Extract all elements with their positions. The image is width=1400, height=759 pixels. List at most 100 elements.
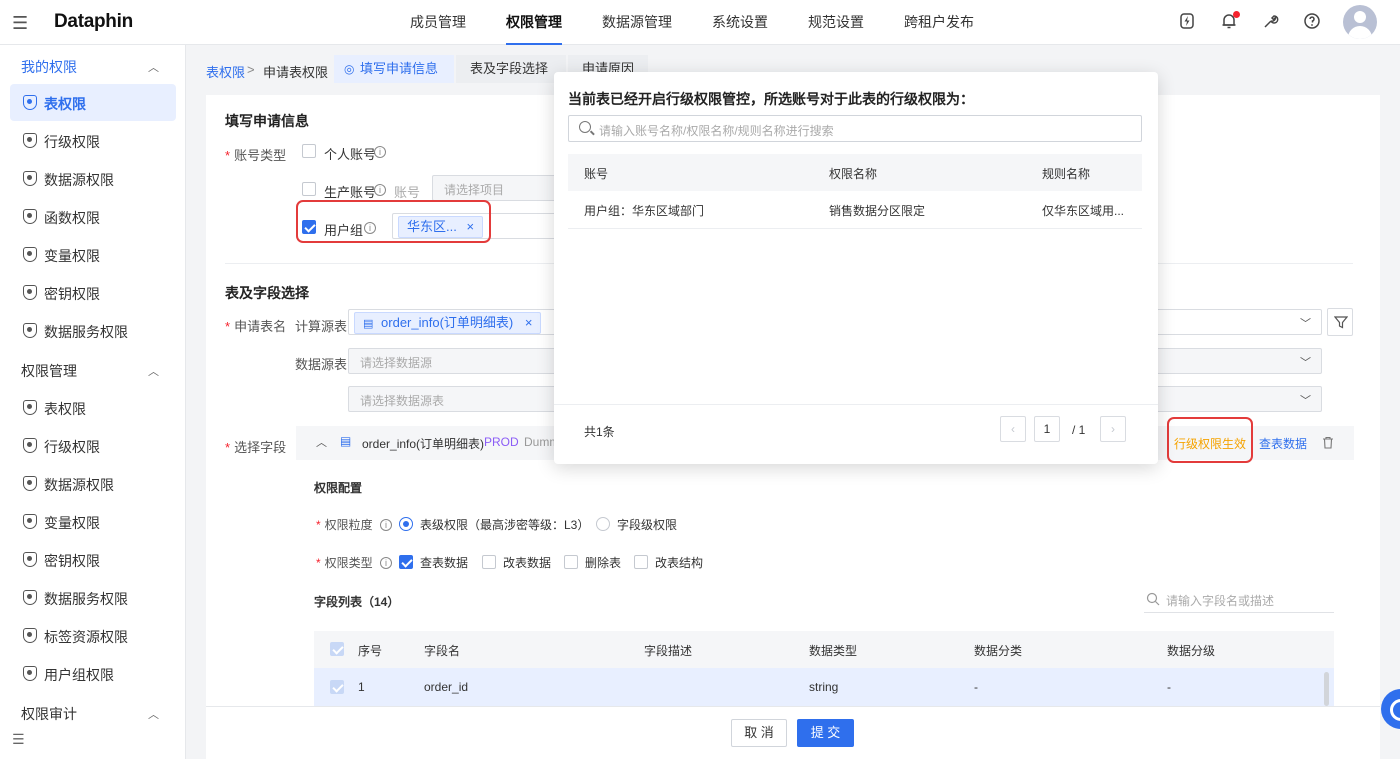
- sidebar-item-function-permission[interactable]: 函数权限: [10, 198, 176, 235]
- hamburger-icon[interactable]: ☰: [12, 13, 28, 34]
- info-icon[interactable]: i: [374, 146, 386, 158]
- perm-modify-checkbox[interactable]: [482, 555, 496, 569]
- sidebar-item-label: 表权限: [44, 96, 86, 112]
- view-data-link[interactable]: 查表数据: [1259, 435, 1307, 452]
- perm-alter-checkbox[interactable]: [634, 555, 648, 569]
- chevron-up-icon[interactable]: ︿: [148, 59, 159, 75]
- app-logo[interactable]: Dataphin: [54, 11, 133, 33]
- trash-icon[interactable]: [1322, 436, 1334, 449]
- cell-data-category: -: [974, 680, 978, 694]
- divider: [554, 404, 1158, 405]
- table-row[interactable]: 1 order_id string - -: [314, 668, 1334, 706]
- popover-search-input[interactable]: 请输入账号名称/权限名称/规则名称进行搜索: [568, 115, 1142, 142]
- sidebar-item-datasource-permission[interactable]: 数据源权限: [10, 160, 176, 197]
- row-checkbox[interactable]: [330, 680, 344, 694]
- breadcrumb-root[interactable]: 表权限: [206, 62, 245, 81]
- table-scrollbar[interactable]: [1324, 672, 1329, 706]
- file-icon: ▤: [363, 318, 374, 330]
- collapse-sidebar-icon[interactable]: ☰: [12, 731, 25, 748]
- step-fill-info[interactable]: ◎ 填写申请信息: [334, 55, 454, 83]
- sidebar-item-label: 变量权限: [44, 248, 100, 264]
- wrench-icon[interactable]: [1261, 12, 1281, 32]
- cell-field-name: order_id: [424, 680, 469, 694]
- location-icon: ◎: [344, 62, 355, 76]
- lightning-icon[interactable]: [1177, 12, 1197, 32]
- footer-bar: 取 消 提 交: [206, 706, 1380, 759]
- sidebar-item-label: 用户组权限: [44, 667, 114, 683]
- prod-account-checkbox[interactable]: [302, 182, 316, 196]
- project-select-placeholder: 请选择项目: [444, 183, 505, 197]
- sidebar-item-mgmt-table-permission[interactable]: 表权限: [10, 389, 176, 426]
- sidebar-item-table-permission[interactable]: 表权限: [10, 84, 176, 121]
- sidebar-item-row-permission[interactable]: 行级权限: [10, 122, 176, 159]
- nav-system-settings[interactable]: 系统设置: [692, 0, 788, 45]
- table-level-radio[interactable]: [399, 517, 413, 531]
- sidebar-item-mgmt-key-permission[interactable]: 密钥权限: [10, 541, 176, 578]
- sidebar-group-permission-mgmt[interactable]: 权限管理: [21, 361, 77, 381]
- help-icon[interactable]: [1302, 12, 1322, 32]
- sidebar-item-mgmt-tag-resource-permission[interactable]: 标签资源权限: [10, 617, 176, 654]
- nav-datasource-mgmt[interactable]: 数据源管理: [582, 0, 692, 45]
- nav-member-mgmt[interactable]: 成员管理: [390, 0, 486, 45]
- next-page-button[interactable]: ›: [1100, 416, 1126, 442]
- chevron-up-icon[interactable]: ︿: [148, 363, 159, 379]
- close-icon[interactable]: ×: [525, 315, 533, 330]
- nav-permission-mgmt[interactable]: 权限管理: [486, 0, 582, 45]
- step-table-field-select[interactable]: 表及字段选择: [456, 55, 566, 83]
- sidebar-item-data-service-permission[interactable]: 数据服务权限: [10, 312, 176, 349]
- chevron-down-icon[interactable]: ﹀: [1300, 354, 1311, 370]
- sidebar-item-mgmt-data-service-permission[interactable]: 数据服务权限: [10, 579, 176, 616]
- avatar[interactable]: [1343, 5, 1377, 39]
- table-row[interactable]: 用户组：华东区域部门 销售数据分区限定 仅华东区域用...: [568, 191, 1142, 229]
- cancel-button[interactable]: 取 消: [731, 719, 787, 747]
- select-fields-label: * 选择字段: [225, 440, 287, 455]
- info-icon[interactable]: i: [374, 184, 386, 196]
- breadcrumb-separator: >: [247, 62, 255, 77]
- row-permission-popover: 当前表已经开启行级权限管控，所选账号对于此表的行级权限为： 请输入账号名称/权限…: [554, 72, 1158, 464]
- select-all-checkbox[interactable]: [330, 642, 344, 656]
- submit-button[interactable]: 提 交: [797, 719, 854, 747]
- chevron-down-icon[interactable]: ﹀: [1300, 315, 1311, 331]
- sidebar-item-mgmt-datasource-permission[interactable]: 数据源权限: [10, 465, 176, 502]
- perm-delete-label: 删除表: [585, 556, 622, 570]
- prev-page-button[interactable]: ‹: [1000, 416, 1026, 442]
- sidebar-item-mgmt-row-permission[interactable]: 行级权限: [10, 427, 176, 464]
- info-icon[interactable]: i: [380, 557, 392, 569]
- sidebar-group-my-permissions[interactable]: 我的权限: [21, 57, 77, 77]
- compute-source-tag[interactable]: ▤ order_info(订单明细表) ×: [354, 312, 542, 334]
- field-level-radio[interactable]: [596, 517, 610, 531]
- notification-dot: [1233, 11, 1240, 18]
- highlight-row-level-effect: [1167, 417, 1253, 463]
- nav-cross-tenant-publish[interactable]: 跨租户发布: [884, 0, 994, 45]
- sidebar-group-permission-audit[interactable]: 权限审计: [21, 704, 77, 724]
- shield-icon: [23, 400, 37, 415]
- sidebar: 我的权限 ︿ 表权限 行级权限 数据源权限 函数权限 变量权限 密钥权限 数据服…: [0, 45, 186, 759]
- step-label: 填写申请信息: [360, 61, 439, 76]
- top-nav: 成员管理 权限管理 数据源管理 系统设置 规范设置 跨租户发布: [390, 0, 994, 45]
- info-icon[interactable]: i: [380, 519, 392, 531]
- perm-query-checkbox[interactable]: [399, 555, 413, 569]
- sidebar-item-mgmt-variable-permission[interactable]: 变量权限: [10, 503, 176, 540]
- filter-button[interactable]: [1327, 308, 1353, 336]
- col-field-name: 字段名: [424, 644, 461, 658]
- compute-source-tag-label: order_info(订单明细表): [381, 315, 514, 330]
- project-select[interactable]: 请选择项目: [432, 175, 562, 201]
- sidebar-item-label: 数据服务权限: [44, 591, 128, 607]
- sidebar-item-key-permission[interactable]: 密钥权限: [10, 274, 176, 311]
- nav-standard-settings[interactable]: 规范设置: [788, 0, 884, 45]
- col-data-level: 数据分级: [1167, 644, 1216, 658]
- section-title-table-field: 表及字段选择: [225, 285, 309, 301]
- chevron-down-icon[interactable]: ﹀: [1300, 392, 1311, 408]
- field-search-input[interactable]: 请输入字段名或描述: [1144, 585, 1334, 613]
- personal-account-checkbox[interactable]: [302, 144, 316, 158]
- perm-type-label: * 权限类型: [316, 556, 373, 570]
- page-input[interactable]: 1: [1034, 416, 1060, 442]
- sidebar-item-variable-permission[interactable]: 变量权限: [10, 236, 176, 273]
- sidebar-item-label: 数据源权限: [44, 477, 114, 493]
- sidebar-item-mgmt-user-group-permission[interactable]: 用户组权限: [10, 655, 176, 692]
- datasource-select-placeholder: 请选择数据源: [360, 356, 433, 370]
- perm-delete-checkbox[interactable]: [564, 555, 578, 569]
- sidebar-item-label: 行级权限: [44, 134, 100, 150]
- chevron-up-icon[interactable]: ︿: [148, 706, 159, 722]
- chevron-up-icon[interactable]: ︿: [316, 434, 327, 450]
